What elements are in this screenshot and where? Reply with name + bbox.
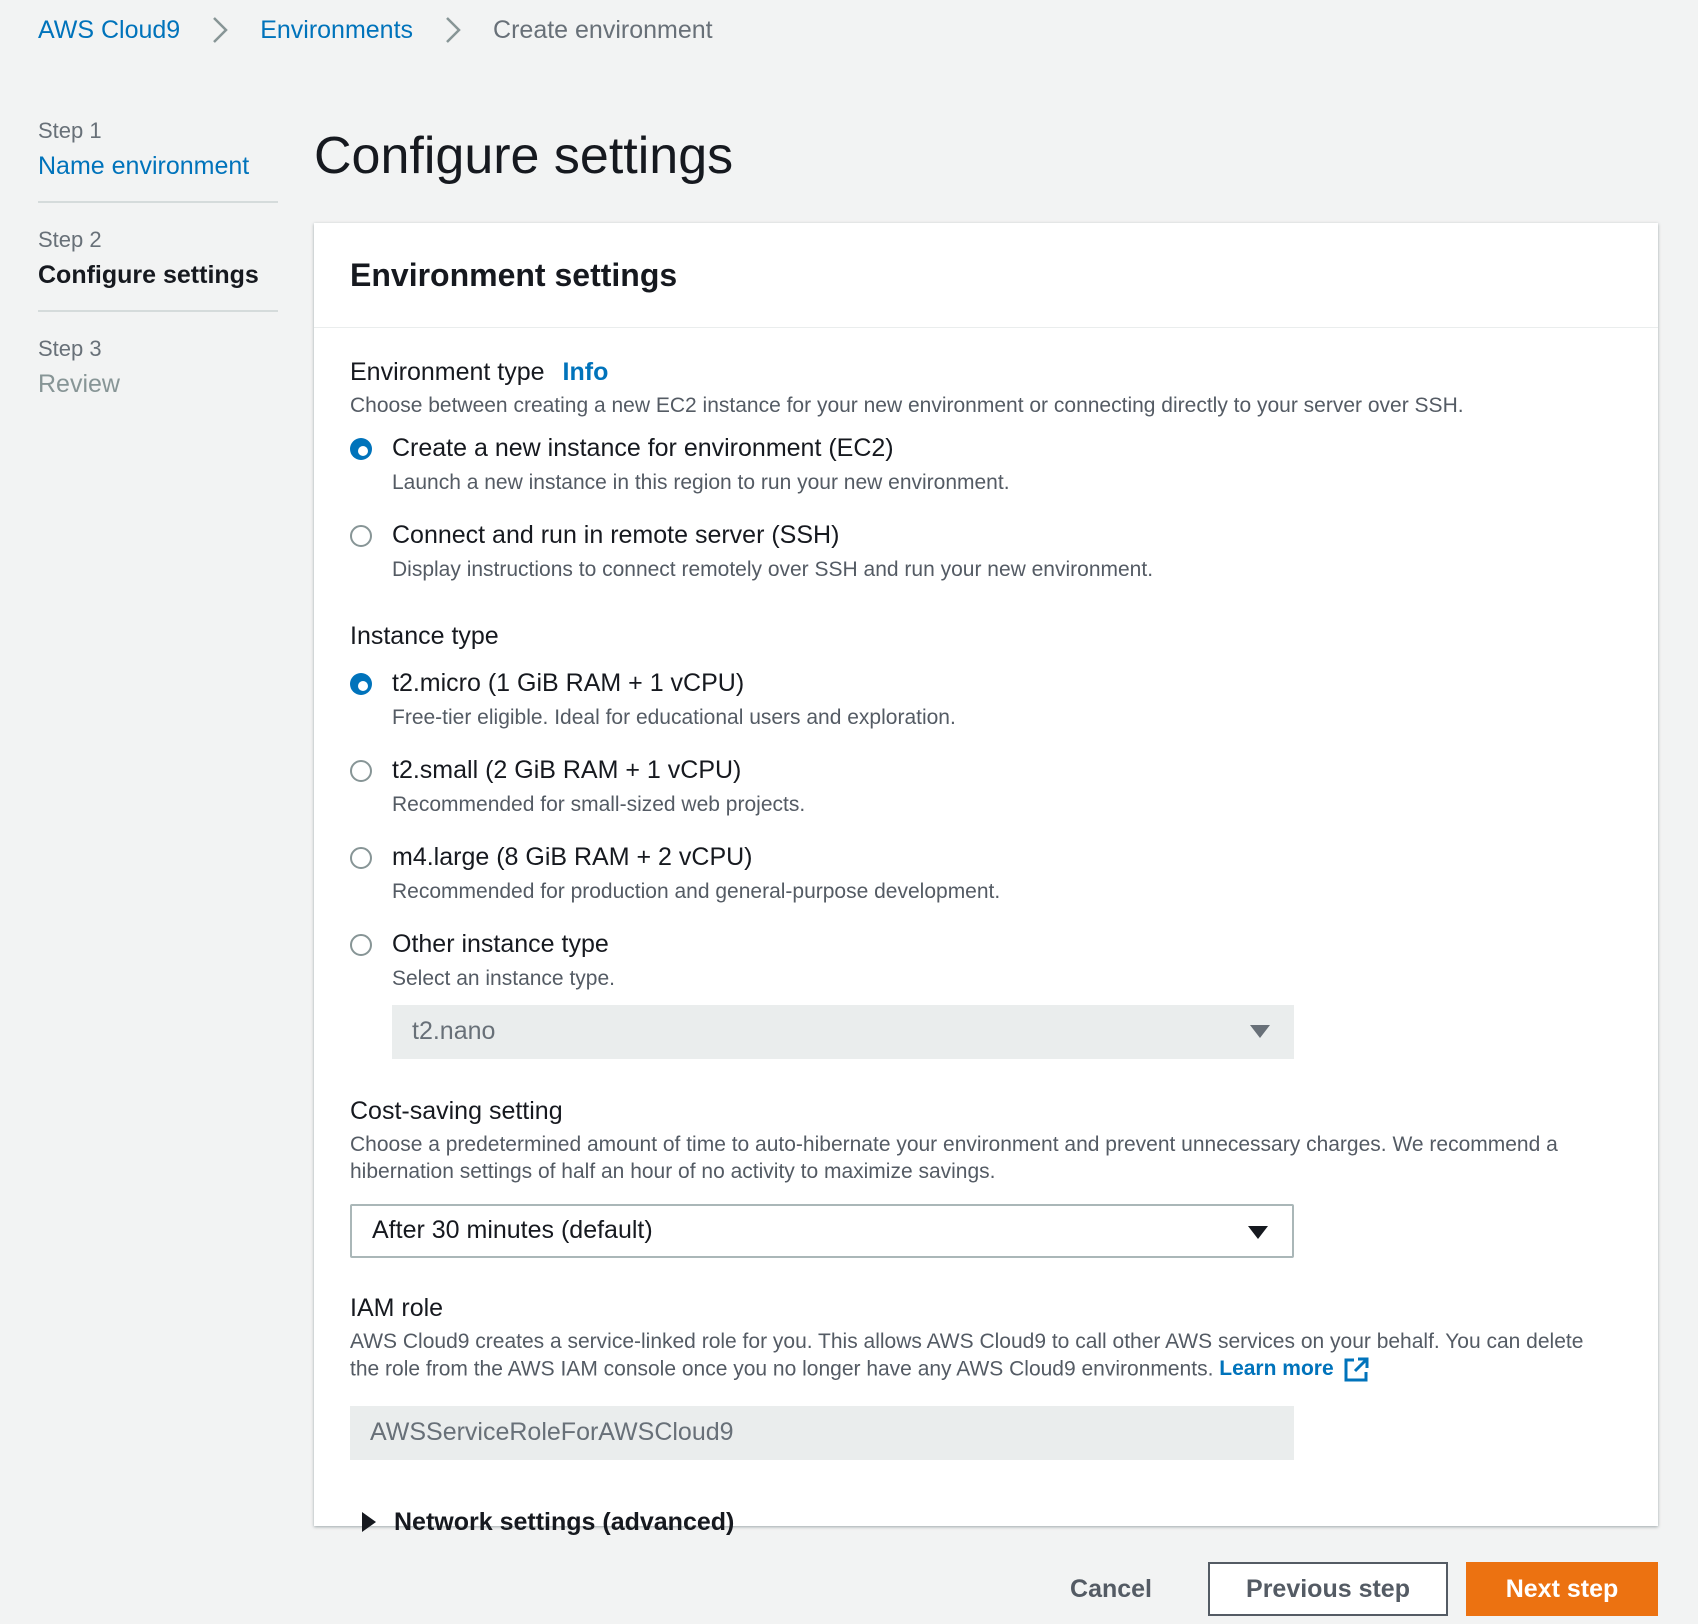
radio-option-ssh[interactable]: Connect and run in remote server (SSH) D… [350, 521, 1622, 582]
iam-role-input: AWSServiceRoleForAWSCloud9 [350, 1405, 1294, 1460]
breadcrumb-create-environment: Create environment [493, 15, 713, 44]
panel-body: Environment type Info Choose between cre… [314, 328, 1658, 1537]
caret-down-icon [1250, 1024, 1270, 1038]
environment-type-field: Environment type Info Choose between cre… [350, 358, 1622, 582]
breadcrumb: AWS Cloud9 Environments Create environme… [38, 14, 713, 46]
cost-saving-select[interactable]: After 30 minutes (default) [350, 1203, 1294, 1258]
radio-label: t2.small (2 GiB RAM + 1 vCPU) [392, 755, 742, 784]
radio-option-t2-small[interactable]: t2.small (2 GiB RAM + 1 vCPU) Recommende… [350, 756, 1622, 817]
other-instance-type-select: t2.nano [392, 1004, 1294, 1059]
breadcrumb-aws-cloud9[interactable]: AWS Cloud9 [38, 16, 180, 45]
radio-label: Create a new instance for environment (E… [392, 433, 894, 462]
cost-saving-field: Cost-saving setting Choose a predetermin… [350, 1097, 1622, 1258]
environment-type-label-row: Environment type Info [350, 358, 1622, 387]
network-settings-expander[interactable]: Network settings (advanced) [362, 1508, 1622, 1537]
radio-label: Other instance type [392, 929, 609, 958]
radio-text: Connect and run in remote server (SSH) D… [392, 521, 1153, 582]
iam-role-label: IAM role [350, 1293, 444, 1322]
radio-button-checked[interactable] [350, 437, 372, 460]
step-number: Step 1 [38, 118, 102, 143]
radio-option-other[interactable]: Other instance type Select an instance t… [350, 930, 1622, 991]
instance-type-field: Instance type t2.micro (1 GiB RAM + 1 vC… [350, 622, 1622, 1059]
iam-role-field: IAM role AWS Cloud9 creates a service-li… [350, 1294, 1622, 1460]
radio-option-ec2[interactable]: Create a new instance for environment (E… [350, 434, 1622, 495]
environment-settings-panel: Environment settings Environment type In… [314, 223, 1658, 1536]
info-link[interactable]: Info [563, 358, 609, 387]
radio-text: t2.micro (1 GiB RAM + 1 vCPU) Free-tier … [392, 669, 956, 730]
cancel-button[interactable]: Cancel [1014, 1562, 1208, 1616]
external-link-icon [1344, 1357, 1369, 1381]
panel-title: Environment settings [350, 257, 678, 293]
instance-type-label: Instance type [350, 621, 499, 650]
radio-description: Recommended for small-sized web projects… [392, 792, 806, 816]
radio-button[interactable] [350, 759, 372, 782]
radio-label: m4.large (8 GiB RAM + 2 vCPU) [392, 842, 753, 871]
iam-role-description: AWS Cloud9 creates a service-linked role… [350, 1329, 1584, 1381]
iam-role-description-row: AWS Cloud9 creates a service-linked role… [350, 1329, 1600, 1384]
select-value: After 30 minutes (default) [372, 1216, 653, 1245]
radio-description: Free-tier eligible. Ideal for educationa… [392, 705, 956, 729]
panel-header: Environment settings [314, 223, 1658, 328]
wizard-step-3: Step 3 Review [38, 336, 278, 419]
step-review: Review [38, 370, 120, 398]
radio-button[interactable] [350, 933, 372, 956]
radio-description: Launch a new instance in this region to … [392, 470, 1010, 494]
radio-button[interactable] [350, 524, 372, 547]
expander-label: Network settings (advanced) [394, 1507, 735, 1536]
wizard-actions: Cancel Previous step Next step [1014, 1562, 1658, 1616]
radio-option-t2-micro[interactable]: t2.micro (1 GiB RAM + 1 vCPU) Free-tier … [350, 669, 1622, 730]
radio-description: Select an instance type. [392, 966, 615, 990]
step-number: Step 2 [38, 227, 102, 252]
page-title: Configure settings [314, 127, 734, 185]
cost-saving-description: Choose a predetermined amount of time to… [350, 1132, 1558, 1183]
radio-option-m4-large[interactable]: m4.large (8 GiB RAM + 2 vCPU) Recommende… [350, 843, 1622, 904]
radio-label: t2.micro (1 GiB RAM + 1 vCPU) [392, 668, 745, 697]
learn-more-label: Learn more [1219, 1357, 1334, 1381]
step-number: Step 3 [38, 336, 102, 361]
caret-down-icon [1248, 1225, 1268, 1239]
step-current-configure-settings: Configure settings [38, 261, 259, 289]
step-link-name-environment[interactable]: Name environment [38, 152, 249, 180]
wizard-step-2: Step 2 Configure settings [38, 227, 278, 312]
radio-description: Display instructions to connect remotely… [392, 557, 1154, 581]
breadcrumb-environments[interactable]: Environments [260, 16, 413, 45]
radio-text: Create a new instance for environment (E… [392, 434, 1010, 495]
radio-description: Recommended for production and general-p… [392, 879, 1001, 903]
radio-label: Connect and run in remote server (SSH) [392, 520, 840, 549]
learn-more-link[interactable]: Learn more [1219, 1357, 1369, 1381]
previous-step-button[interactable]: Previous step [1208, 1562, 1448, 1616]
radio-text: t2.small (2 GiB RAM + 1 vCPU) Recommende… [392, 756, 805, 817]
chevron-right-icon [446, 17, 461, 43]
radio-button-checked[interactable] [350, 672, 372, 695]
wizard-steps: Step 1 Name environment Step 2 Configure… [38, 118, 278, 443]
caret-right-icon [362, 1512, 376, 1532]
cost-saving-label: Cost-saving setting [350, 1096, 563, 1125]
environment-type-label: Environment type [350, 358, 545, 386]
radio-text: m4.large (8 GiB RAM + 2 vCPU) Recommende… [392, 843, 1000, 904]
chevron-right-icon [213, 17, 228, 43]
radio-button[interactable] [350, 846, 372, 869]
radio-text: Other instance type Select an instance t… [392, 930, 615, 991]
next-step-button[interactable]: Next step [1466, 1562, 1658, 1616]
environment-type-description: Choose between creating a new EC2 instan… [350, 394, 1464, 417]
wizard-step-1: Step 1 Name environment [38, 118, 278, 203]
select-value: t2.nano [412, 1017, 496, 1046]
